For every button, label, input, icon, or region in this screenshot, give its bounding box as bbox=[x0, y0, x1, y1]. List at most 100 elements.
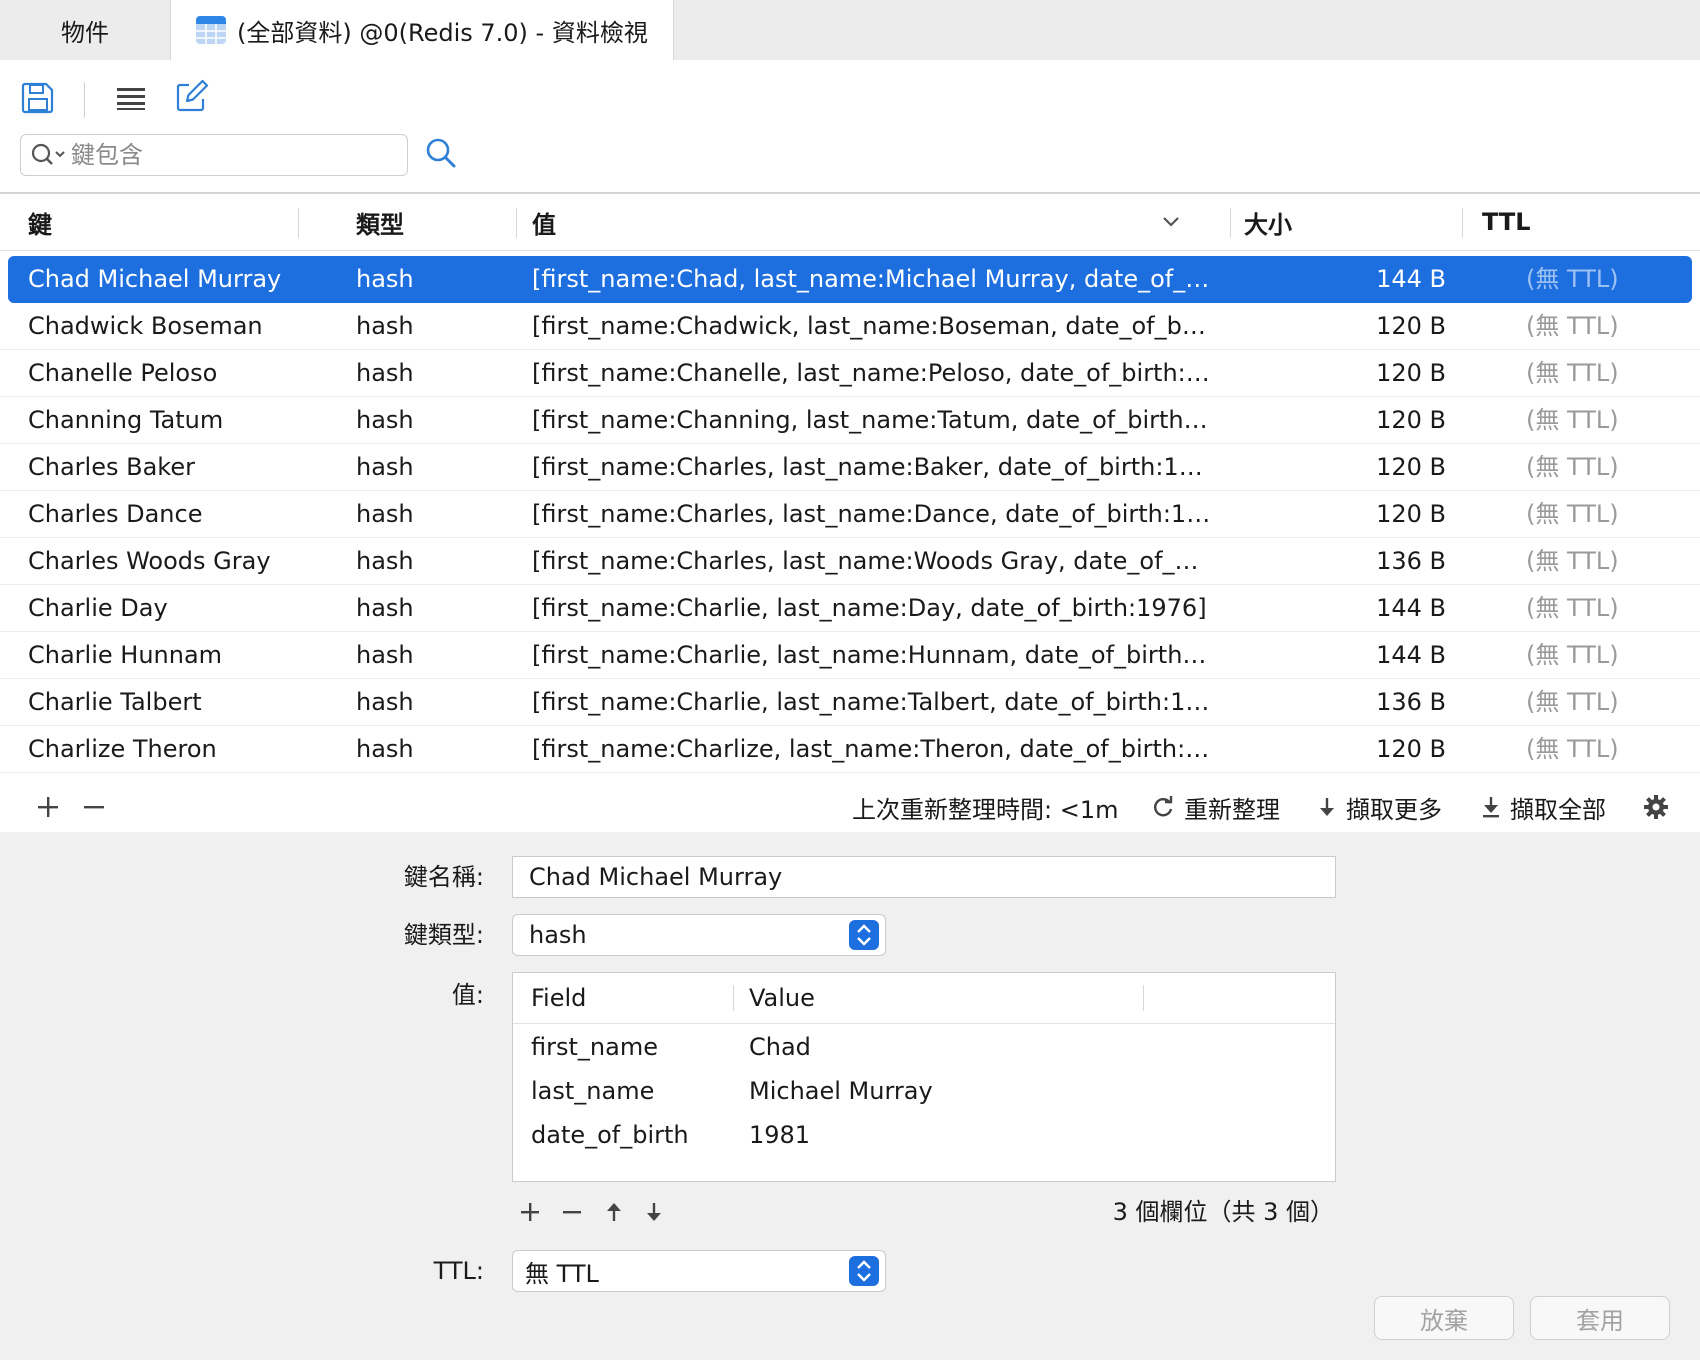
value-label: 值: bbox=[451, 981, 484, 1009]
key-type-label: 鍵類型: bbox=[403, 921, 484, 949]
edit-icon bbox=[176, 79, 209, 112]
edit-button[interactable] bbox=[172, 76, 212, 116]
key-editor-pane: 鍵名稱: Chad Michael Murray 鍵類型: hash 值: Fi… bbox=[0, 832, 1700, 1360]
cell-type: hash bbox=[356, 359, 414, 387]
column-header-key[interactable]: 鍵 bbox=[28, 194, 52, 250]
column-resize-handle[interactable] bbox=[1143, 985, 1144, 1011]
cell-size: 120 B bbox=[1300, 773, 1446, 782]
cell-key: Charles Woods Gray bbox=[28, 547, 271, 575]
save-button[interactable] bbox=[18, 78, 58, 118]
cell-ttl: (無 TTL) bbox=[1526, 406, 1619, 434]
tab-data-view-label: (全部資料) @0(Redis 7.0) - 資料檢視 bbox=[237, 18, 648, 47]
apply-button[interactable]: 套用 bbox=[1530, 1296, 1670, 1340]
table-row[interactable]: Charlie Talbert hash [first_name:Charlie, … bbox=[0, 679, 1700, 726]
cell-size: 144 B bbox=[1376, 265, 1446, 293]
column-resize-handle[interactable] bbox=[298, 208, 299, 238]
ttl-select[interactable]: 無 TTL bbox=[512, 1250, 886, 1292]
fetch-more-button[interactable]: 擷取更多 bbox=[1318, 782, 1442, 832]
search-filter-icon bbox=[31, 143, 65, 165]
column-resize-handle[interactable] bbox=[1230, 208, 1231, 238]
search-input[interactable] bbox=[69, 140, 393, 170]
settings-button[interactable] bbox=[1636, 787, 1676, 827]
column-header-size[interactable]: 大小 bbox=[1244, 194, 1292, 250]
column-resize-handle[interactable] bbox=[1462, 208, 1463, 238]
column-resize-handle[interactable] bbox=[733, 985, 734, 1011]
save-icon bbox=[21, 82, 54, 114]
hash-value-table: Field Value first_name Chad last_name Mi… bbox=[512, 972, 1336, 1182]
grid-rows: Chad Michael Murray hash [first_name:Chad,… bbox=[0, 256, 1700, 782]
plus-icon bbox=[521, 1203, 539, 1221]
tab-data-view[interactable]: (全部資料) @0(Redis 7.0) - 資料檢視 bbox=[170, 0, 674, 60]
cell-type: hash bbox=[356, 500, 414, 528]
cell-value: [first_name:Charlie, last_name:Day, date… bbox=[532, 594, 1207, 622]
cell-key: Channing Tatum bbox=[28, 406, 224, 434]
search-box[interactable] bbox=[20, 134, 408, 176]
hash-column-field[interactable]: Field bbox=[531, 973, 586, 1023]
search-button[interactable] bbox=[424, 136, 464, 176]
cell-type: hash bbox=[356, 688, 414, 716]
cell-ttl: (無 TTL) bbox=[1526, 359, 1619, 387]
cell-ttl: (無 TTL) bbox=[1526, 500, 1619, 528]
table-row[interactable]: Chad Michael Murray hash [first_name:Chad,… bbox=[8, 256, 1692, 303]
key-type-select[interactable]: hash bbox=[512, 914, 886, 956]
hash-column-value[interactable]: Value bbox=[749, 973, 815, 1023]
hash-row[interactable]: last_name Michael Murray bbox=[513, 1069, 1335, 1113]
cell-type: hash bbox=[356, 406, 414, 434]
fetch-all-button[interactable]: 擷取全部 bbox=[1482, 782, 1606, 832]
add-key-button[interactable] bbox=[28, 787, 68, 827]
table-row[interactable]: Chadwick Boseman hash [first_name:Chadwick… bbox=[0, 303, 1700, 350]
last-refresh-time: 上次重新整理時間: <1m bbox=[852, 795, 1119, 824]
cell-value: [first_name:Chanelle, last_name:Peloso, … bbox=[532, 359, 1212, 387]
cell-key: Charles Baker bbox=[28, 453, 195, 481]
column-header-value[interactable]: 值 bbox=[532, 194, 1192, 250]
table-row[interactable]: Chanelle Peloso hash [first_name:Chanelle,… bbox=[0, 350, 1700, 397]
table-row[interactable]: Charlize Theron hash [first_name:Charlize,… bbox=[0, 726, 1700, 773]
cell-ttl: (無 TTL) bbox=[1526, 265, 1619, 293]
cell-ttl: (無 TTL) bbox=[1526, 735, 1619, 763]
table-icon bbox=[196, 16, 226, 44]
cell-key: Chanelle Peloso bbox=[28, 359, 218, 387]
table-row[interactable]: Charlotte Le Bon hash [first_name:Charlott… bbox=[0, 773, 1700, 782]
cell-type: hash bbox=[356, 594, 414, 622]
column-header-ttl[interactable]: TTL bbox=[1482, 194, 1531, 250]
move-field-down-button[interactable] bbox=[638, 1196, 670, 1228]
refresh-button[interactable]: 重新整理 bbox=[1152, 782, 1280, 832]
discard-button[interactable]: 放棄 bbox=[1374, 1296, 1514, 1340]
column-resize-handle[interactable] bbox=[516, 208, 517, 238]
arrow-down-icon bbox=[1320, 798, 1334, 816]
add-field-button[interactable] bbox=[514, 1196, 546, 1228]
column-header-type[interactable]: 類型 bbox=[356, 194, 404, 250]
hash-row[interactable]: first_name Chad bbox=[513, 1025, 1335, 1069]
cell-size: 120 B bbox=[1376, 453, 1446, 481]
remove-field-button[interactable] bbox=[556, 1196, 588, 1228]
key-name-field[interactable]: Chad Michael Murray bbox=[512, 856, 1336, 898]
cell-value: [first_name:Charles, last_name:Baker, da… bbox=[532, 453, 1212, 481]
cell-size: 120 B bbox=[1376, 735, 1446, 763]
minus-icon bbox=[84, 806, 104, 809]
tab-bar: 物件 (全部資料) @0(Redis 7.0) - 資料檢視 bbox=[0, 0, 1700, 60]
table-row[interactable]: Charles Baker hash [first_name:Charles, la… bbox=[0, 444, 1700, 491]
cell-value: [first_name:Charlize, last_name:Theron, … bbox=[532, 735, 1212, 763]
cell-ttl: (無 TTL) bbox=[1526, 773, 1676, 782]
cell-ttl: (無 TTL) bbox=[1526, 453, 1619, 481]
cell-type: hash bbox=[356, 735, 414, 763]
remove-key-button[interactable] bbox=[74, 787, 114, 827]
cell-key: Chad Michael Murray bbox=[28, 265, 282, 293]
cell-ttl: (無 TTL) bbox=[1526, 312, 1619, 340]
table-row[interactable]: Charlie Day hash [first_name:Charlie, last… bbox=[0, 585, 1700, 632]
cell-size: 144 B bbox=[1376, 594, 1446, 622]
cell-type: hash bbox=[356, 265, 414, 293]
cell-ttl: (無 TTL) bbox=[1526, 547, 1619, 575]
tab-objects[interactable]: 物件 bbox=[0, 0, 170, 60]
table-row[interactable]: Charles Dance hash [first_name:Charles, la… bbox=[0, 491, 1700, 538]
cell-key: Charles Dance bbox=[28, 500, 203, 528]
table-row[interactable]: Channing Tatum hash [first_name:Channing, … bbox=[0, 397, 1700, 444]
table-row[interactable]: Charles Woods Gray hash [first_name:Charle… bbox=[0, 538, 1700, 585]
cell-size: 120 B bbox=[1376, 500, 1446, 528]
search-icon bbox=[426, 138, 456, 168]
cell-value: [first_name:Charles, last_name:Dance, da… bbox=[532, 500, 1212, 528]
hash-row[interactable]: date_of_birth 1981 bbox=[513, 1113, 1335, 1157]
table-row[interactable]: Charlie Hunnam hash [first_name:Charlie, l… bbox=[0, 632, 1700, 679]
list-view-button[interactable] bbox=[111, 78, 151, 118]
move-field-up-button[interactable] bbox=[598, 1196, 630, 1228]
